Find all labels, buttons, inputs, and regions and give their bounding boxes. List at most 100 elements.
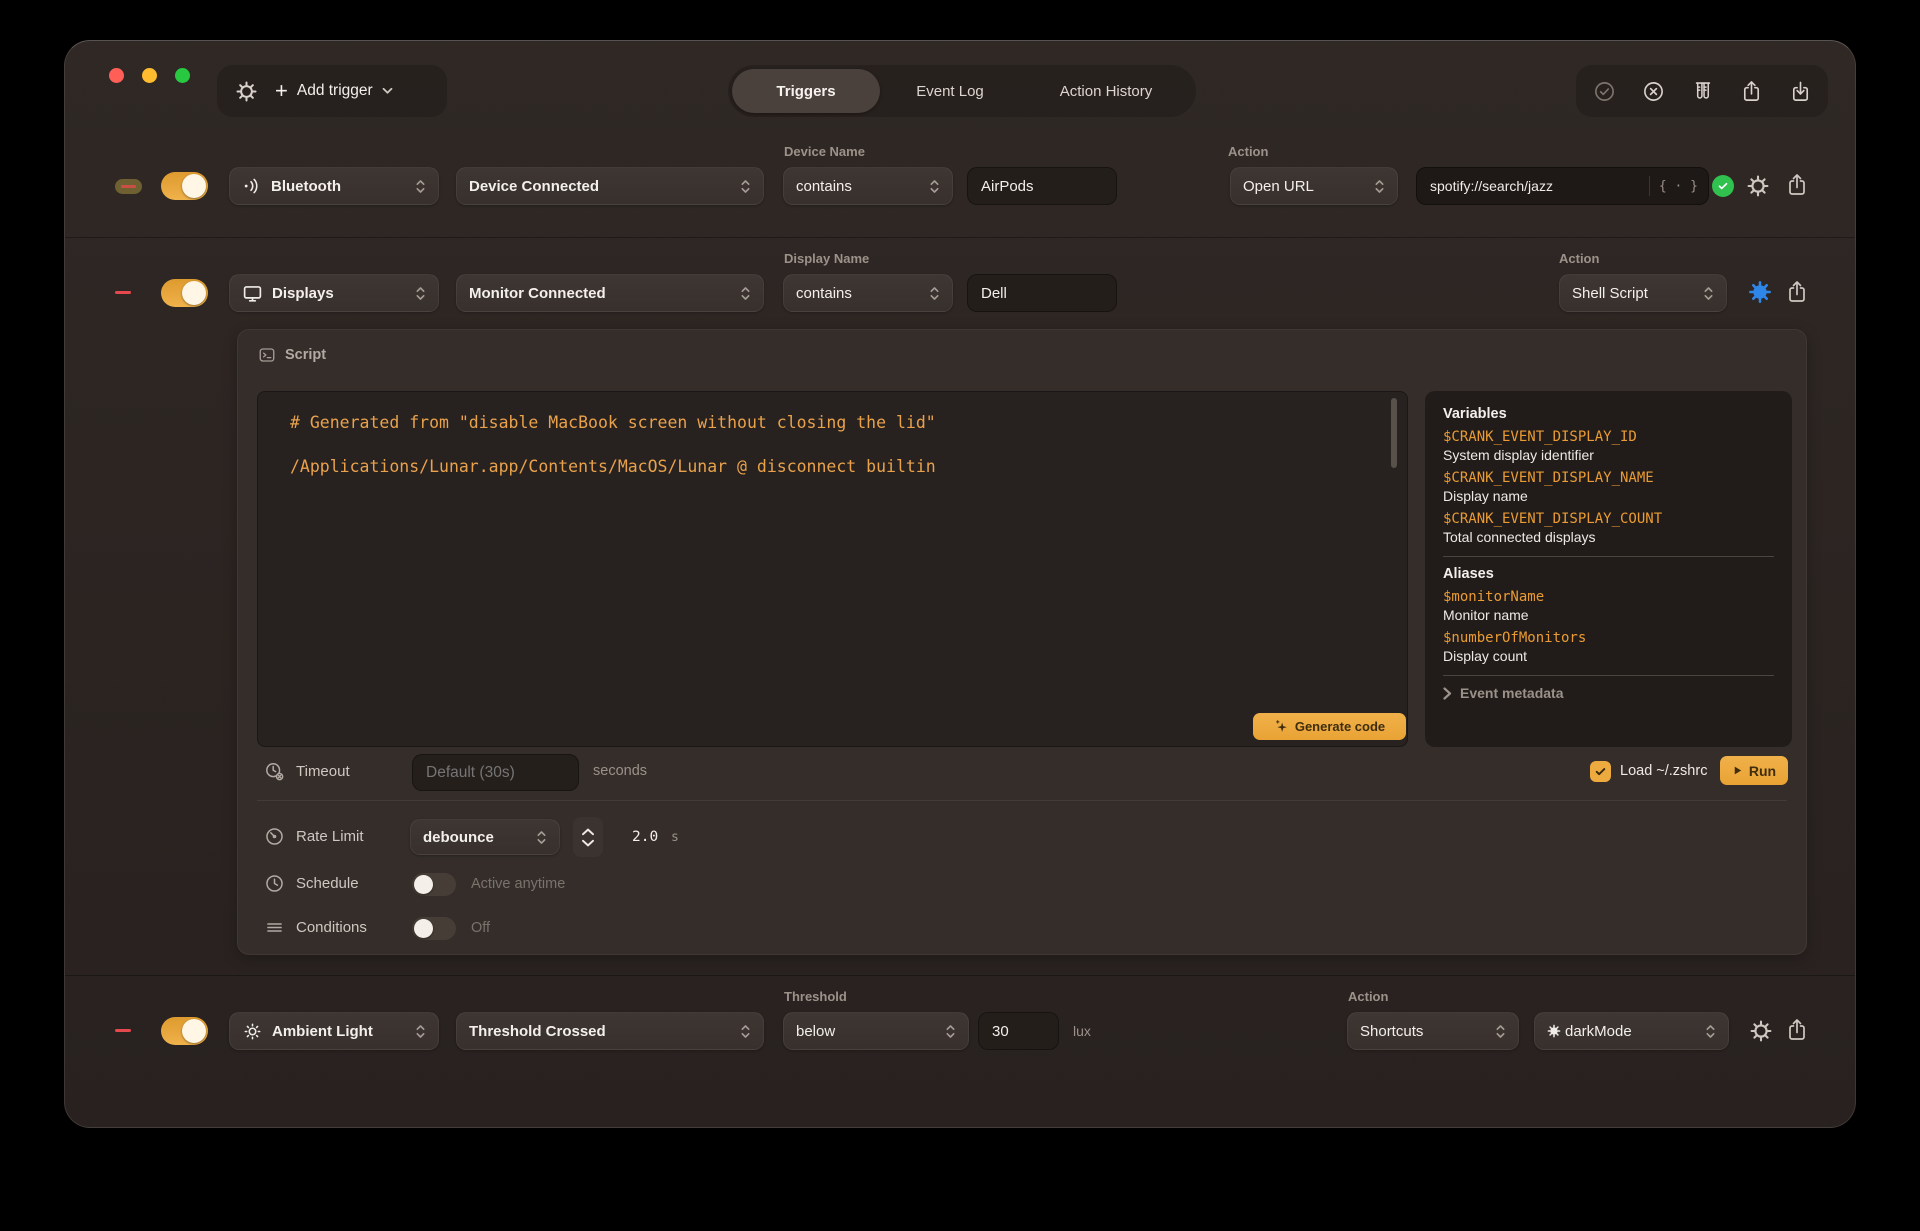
- event-metadata-disclosure[interactable]: Event metadata: [1443, 685, 1774, 701]
- toggle-knob: [182, 281, 206, 305]
- trigger-event-select[interactable]: Threshold Crossed: [456, 1012, 764, 1050]
- code-line: /Applications/Lunar.app/Contents/MacOS/L…: [290, 457, 936, 476]
- cancel-x-circle-icon[interactable]: [1640, 78, 1666, 104]
- settings-gear-icon[interactable]: [233, 78, 259, 104]
- trigger-event-label: Threshold Crossed: [469, 1023, 606, 1040]
- add-trigger-button[interactable]: + Add trigger: [275, 80, 393, 102]
- filter-value-input[interactable]: [967, 167, 1117, 205]
- script-code-editor[interactable]: # Generated from "disable MacBook screen…: [257, 391, 1408, 747]
- load-zshrc-checkbox[interactable]: [1590, 761, 1611, 782]
- action-url-field[interactable]: spotify://search/jazz { · }: [1416, 167, 1709, 205]
- action-type-label: Shell Script: [1572, 285, 1648, 302]
- panel-divider: [257, 800, 1787, 801]
- rate-limit-unit: s: [671, 830, 679, 845]
- minus-icon: [121, 185, 136, 188]
- rate-limit-mode-select[interactable]: debounce: [410, 819, 560, 855]
- trigger-enabled-toggle[interactable]: [161, 1017, 208, 1045]
- toolbar-left-group: + Add trigger: [217, 65, 447, 117]
- alias-token[interactable]: $monitorName: [1443, 589, 1774, 605]
- trigger-source-select[interactable]: Displays: [229, 274, 439, 312]
- remove-trigger-button[interactable]: [115, 291, 131, 294]
- play-icon: [1732, 765, 1743, 776]
- chevron-down-icon[interactable]: [581, 839, 595, 847]
- row-settings-gear-icon[interactable]: [1749, 1019, 1773, 1043]
- run-button[interactable]: Run: [1720, 756, 1788, 785]
- filter-operator-select[interactable]: below: [783, 1012, 969, 1050]
- chevron-right-icon: [1443, 687, 1452, 700]
- shortcut-gear-glyph: [1547, 1024, 1561, 1038]
- filter-operator-select[interactable]: contains: [783, 274, 953, 312]
- chevron-updown-icon: [1495, 1023, 1506, 1040]
- trigger-source-select[interactable]: Bluetooth: [229, 167, 439, 205]
- tab-event-log[interactable]: Event Log: [880, 69, 1020, 113]
- sparkle-icon: [1274, 719, 1289, 734]
- filter-value-input[interactable]: [978, 1012, 1059, 1050]
- chevron-updown-icon: [1703, 285, 1714, 302]
- test-tubes-icon[interactable]: [1689, 78, 1715, 104]
- filter-operator-select[interactable]: contains: [783, 167, 953, 205]
- action-type-label: Open URL: [1243, 178, 1314, 195]
- rate-limit-mode: debounce: [423, 829, 494, 846]
- sun-icon: [242, 1021, 263, 1042]
- rate-limit-stepper[interactable]: [573, 817, 603, 857]
- tab-triggers[interactable]: Triggers: [732, 69, 880, 113]
- variable-token[interactable]: $CRANK_EVENT_DISPLAY_COUNT: [1443, 511, 1774, 527]
- close-window-button[interactable]: [109, 68, 124, 83]
- chevron-updown-icon: [1374, 178, 1385, 195]
- variable-description: Total connected displays: [1443, 529, 1774, 545]
- row-share-icon[interactable]: [1785, 280, 1809, 304]
- field-divider: [1649, 176, 1650, 196]
- timeout-input[interactable]: [412, 754, 579, 791]
- variable-description: Display name: [1443, 488, 1774, 504]
- trigger-event-select[interactable]: Device Connected: [456, 167, 764, 205]
- shortcut-select[interactable]: darkMode: [1534, 1012, 1729, 1050]
- generate-code-button[interactable]: Generate code: [1253, 713, 1406, 740]
- minimize-window-button[interactable]: [142, 68, 157, 83]
- chevron-updown-icon: [1705, 1023, 1716, 1040]
- validate-check-circle-icon[interactable]: [1591, 78, 1617, 104]
- toggle-knob: [414, 919, 433, 938]
- action-label: Action: [1559, 251, 1599, 266]
- token-insert-button[interactable]: { · }: [1659, 179, 1698, 194]
- remove-trigger-button[interactable]: [115, 179, 142, 194]
- clock-icon: [264, 873, 285, 894]
- chevron-updown-icon: [740, 178, 751, 195]
- share-icon[interactable]: [1738, 78, 1764, 104]
- tab-action-history[interactable]: Action History: [1020, 69, 1192, 113]
- code-line: # Generated from "disable MacBook screen…: [290, 413, 936, 432]
- import-download-icon[interactable]: [1787, 78, 1813, 104]
- alias-description: Display count: [1443, 648, 1774, 664]
- operator-label: contains: [796, 285, 852, 302]
- scrollbar-thumb[interactable]: [1391, 398, 1397, 468]
- schedule-toggle[interactable]: [412, 873, 456, 896]
- filter-value-input[interactable]: [967, 274, 1117, 312]
- variable-token[interactable]: $CRANK_EVENT_DISPLAY_ID: [1443, 429, 1774, 445]
- action-settings-gear-icon[interactable]: [1748, 280, 1772, 304]
- app-window: + Add trigger Triggers Event Log Action …: [64, 40, 1856, 1128]
- row-settings-gear-icon[interactable]: [1746, 174, 1770, 198]
- action-type-select[interactable]: Open URL: [1230, 167, 1398, 205]
- operator-label: contains: [796, 178, 852, 195]
- trigger-event-select[interactable]: Monitor Connected: [456, 274, 764, 312]
- row-share-icon[interactable]: [1785, 1018, 1809, 1042]
- alias-token[interactable]: $numberOfMonitors: [1443, 630, 1774, 646]
- tab-bar: Triggers Event Log Action History: [728, 65, 1196, 117]
- conditions-toggle[interactable]: [412, 917, 456, 940]
- script-header-label: Script: [285, 347, 326, 363]
- variable-token[interactable]: $CRANK_EVENT_DISPLAY_NAME: [1443, 470, 1774, 486]
- rate-limit-value[interactable]: 2.0: [632, 829, 658, 845]
- timeout-clock-icon: [264, 761, 285, 782]
- action-type-select[interactable]: Shell Script: [1559, 274, 1727, 312]
- trigger-enabled-toggle[interactable]: [161, 172, 208, 200]
- chevron-up-icon[interactable]: [581, 828, 595, 836]
- trigger-enabled-toggle[interactable]: [161, 279, 208, 307]
- chevron-updown-icon: [929, 285, 940, 302]
- trigger-source-select[interactable]: Ambient Light: [229, 1012, 439, 1050]
- filter-field-label: Display Name: [784, 251, 869, 266]
- zoom-window-button[interactable]: [175, 68, 190, 83]
- screen: + Add trigger Triggers Event Log Action …: [0, 0, 1920, 1231]
- row-share-icon[interactable]: [1785, 173, 1809, 197]
- remove-trigger-button[interactable]: [115, 1029, 131, 1032]
- trigger-event-label: Device Connected: [469, 178, 599, 195]
- action-type-select[interactable]: Shortcuts: [1347, 1012, 1519, 1050]
